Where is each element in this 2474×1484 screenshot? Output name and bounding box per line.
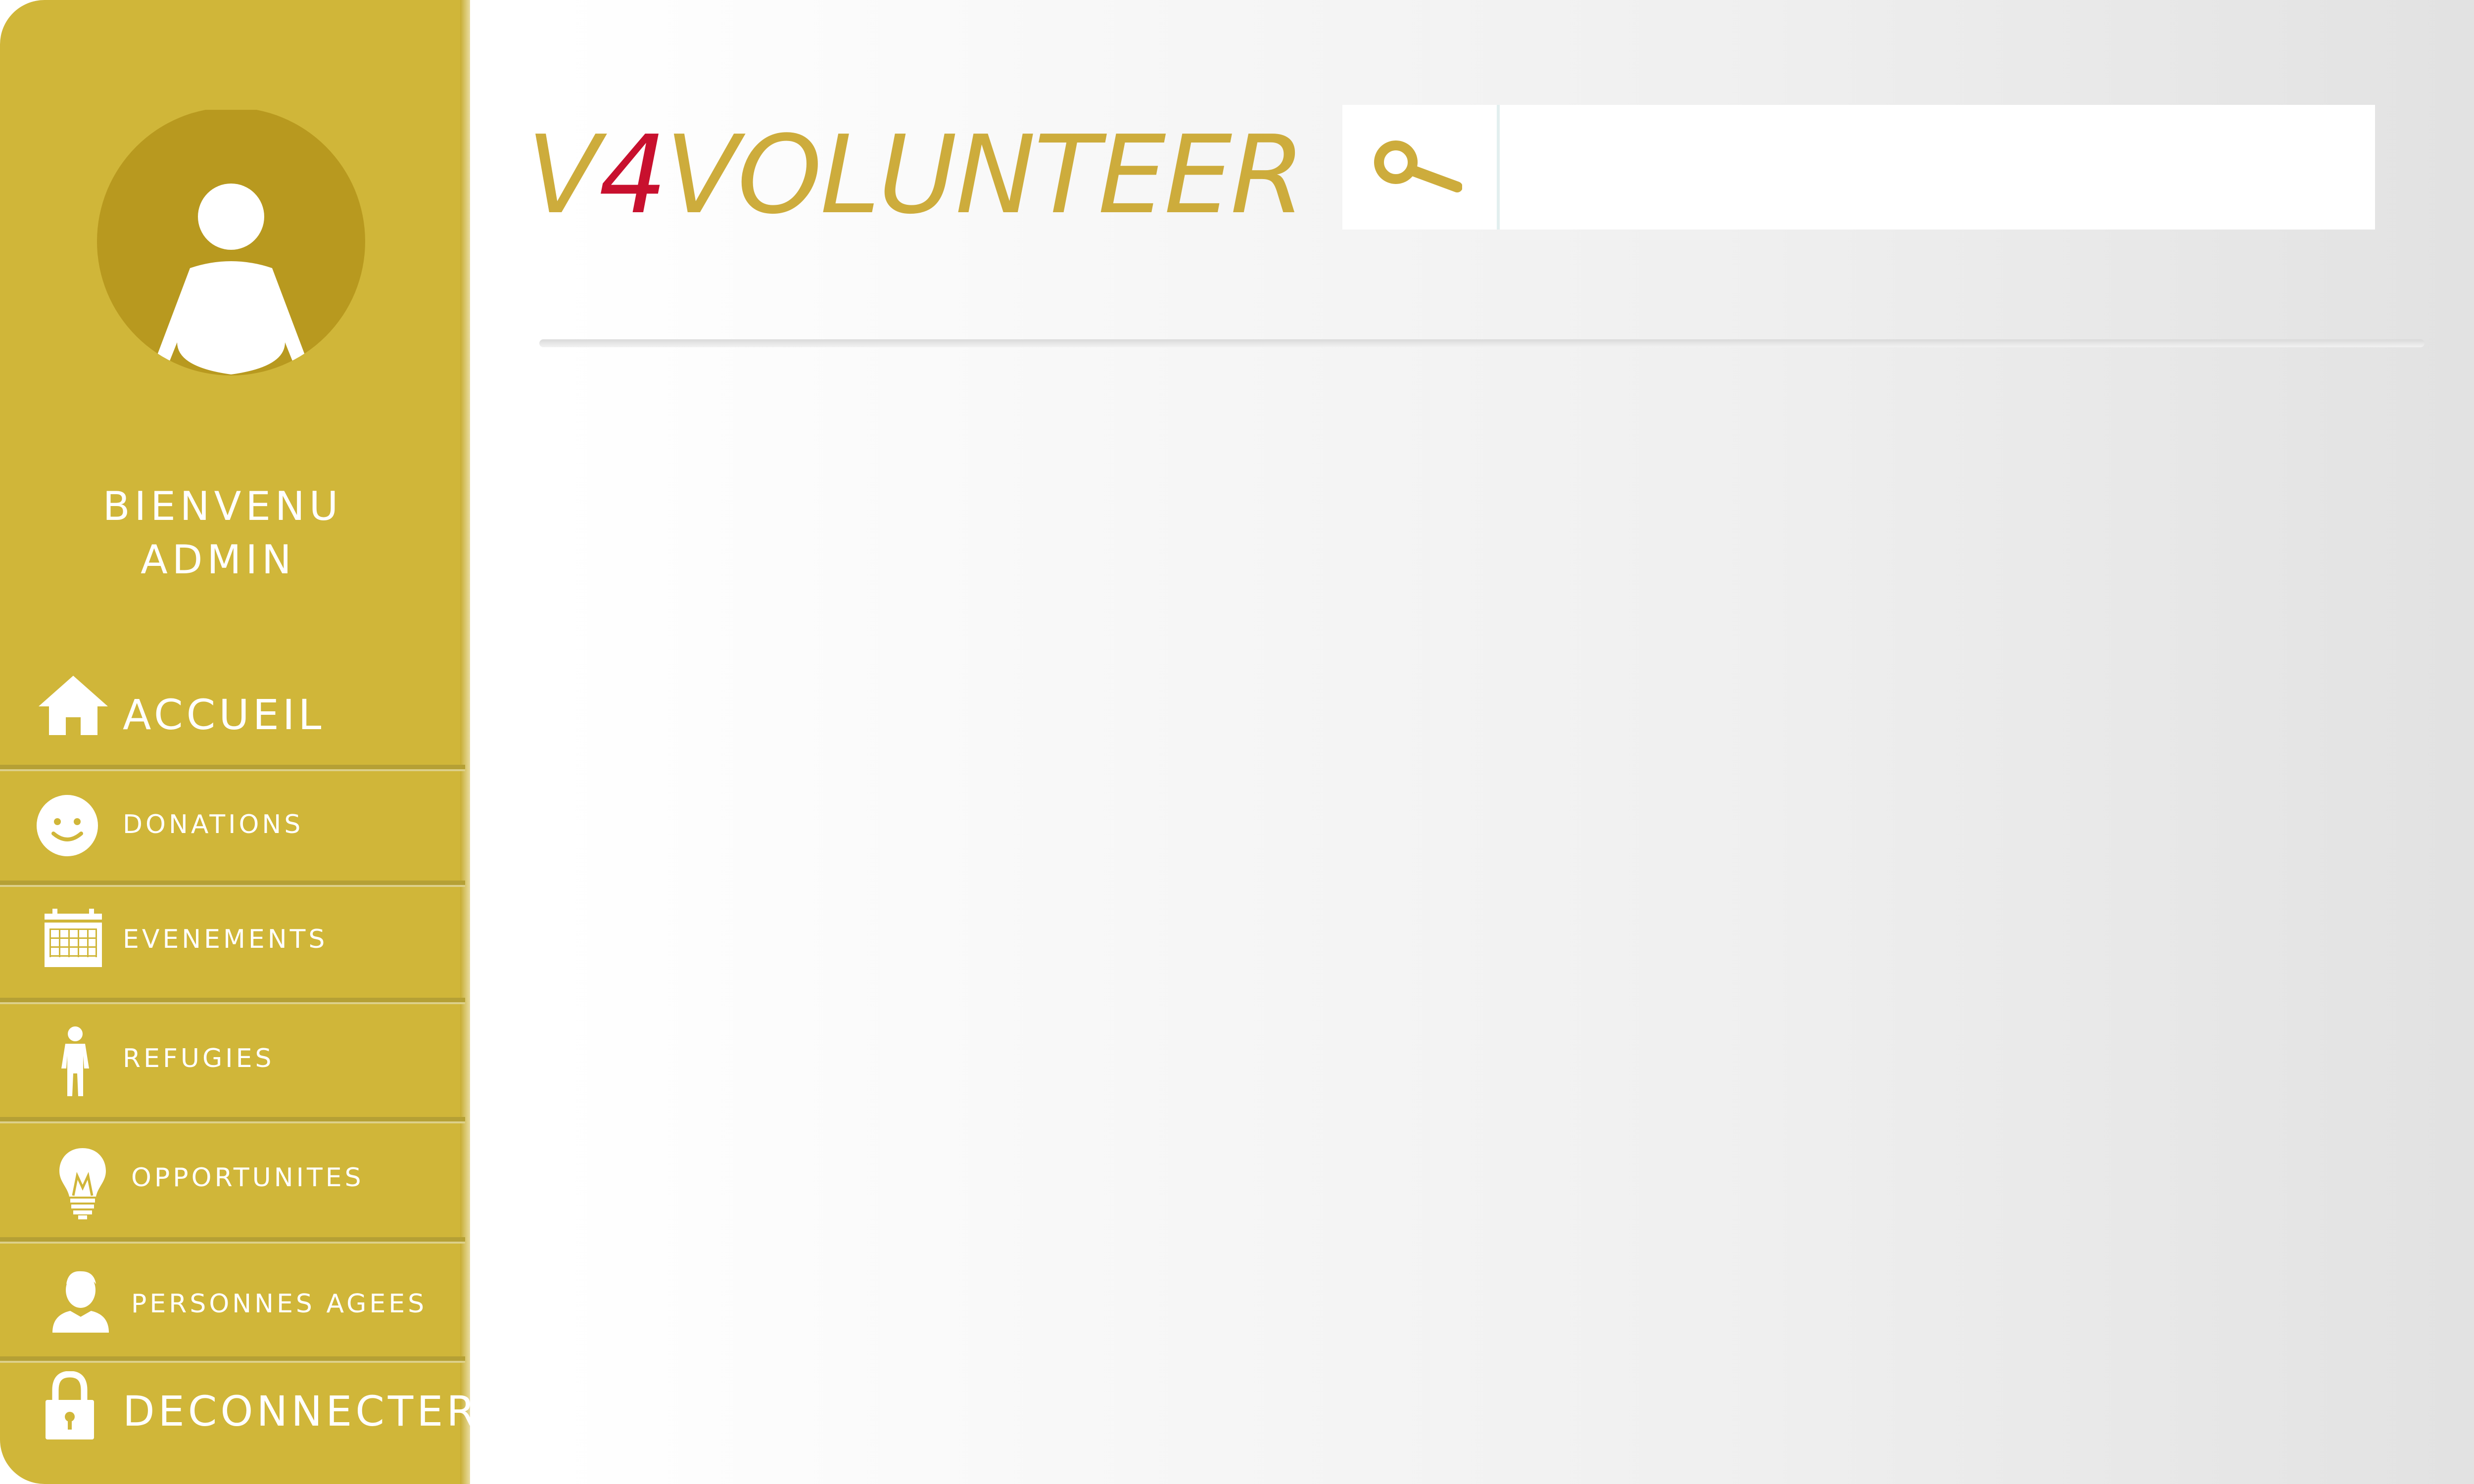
sidebar-item-personnes-agees[interactable]: PERSONNES AGEES bbox=[0, 1242, 465, 1361]
app-logo: V4VOLUNTEER bbox=[527, 121, 1305, 230]
logo-suffix: VOLUNTEER bbox=[665, 113, 1305, 238]
logo-number: 4 bbox=[599, 113, 667, 238]
header-divider bbox=[539, 339, 2425, 347]
sidebar-item-refugies[interactable]: REFUGIES bbox=[0, 1002, 465, 1121]
sidebar-item-evenements[interactable]: EVENEMENTS bbox=[0, 885, 465, 1002]
welcome-line-1: BIENVENU bbox=[102, 483, 343, 529]
sidebar-item-label: PERSONNES AGEES bbox=[131, 1289, 428, 1319]
sidebar-item-label: REFUGIES bbox=[123, 1044, 275, 1073]
sidebar-item-label: ACCUEIL bbox=[123, 691, 325, 739]
search-bar bbox=[1342, 105, 2375, 230]
lock-icon bbox=[46, 1371, 94, 1439]
user-avatar-icon bbox=[97, 110, 365, 375]
search-icon bbox=[1374, 140, 1462, 192]
sidebar-item-label: EVENEMENTS bbox=[123, 925, 328, 954]
lightbulb-icon bbox=[59, 1148, 106, 1219]
calendar-icon bbox=[45, 909, 102, 967]
main-content-area bbox=[495, 376, 2449, 1439]
home-icon bbox=[39, 676, 108, 735]
sidebar-item-deconnecter[interactable]: DECONNECTER bbox=[0, 1361, 476, 1484]
sidebar-item-opportunites[interactable]: OPPORTUNITES bbox=[0, 1121, 465, 1242]
welcome-line-2: ADMIN bbox=[141, 537, 296, 583]
sidebar-item-accueil[interactable]: ACCUEIL bbox=[0, 648, 465, 769]
sidebar-item-donations[interactable]: DONATIONS bbox=[0, 769, 465, 885]
sidebar: BIENVENU ADMIN ACCUEIL DONATIONS EVENEME… bbox=[0, 0, 476, 1484]
search-button[interactable] bbox=[1342, 105, 1500, 230]
sidebar-item-label: OPPORTUNITES bbox=[131, 1163, 364, 1193]
person-icon bbox=[61, 1026, 89, 1096]
elderly-person-icon bbox=[52, 1271, 109, 1333]
sidebar-item-label: DONATIONS bbox=[123, 810, 304, 839]
smiley-icon bbox=[37, 795, 98, 856]
sidebar-item-label: DECONNECTER bbox=[123, 1387, 479, 1436]
logo-prefix: V bbox=[527, 113, 601, 238]
welcome-message: BIENVENU ADMIN bbox=[0, 480, 445, 587]
search-input[interactable] bbox=[1506, 105, 2367, 230]
app-window: BIENVENU ADMIN ACCUEIL DONATIONS EVENEME… bbox=[0, 0, 2474, 1484]
